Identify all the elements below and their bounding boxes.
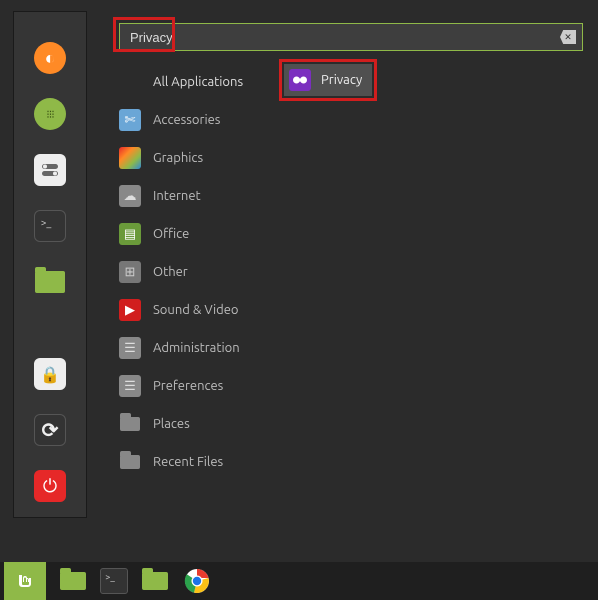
category-administration[interactable]: ☰ Administration bbox=[119, 329, 279, 367]
category-label: Internet bbox=[153, 189, 201, 203]
graphics-icon bbox=[119, 147, 141, 169]
category-label: Administration bbox=[153, 341, 240, 355]
category-label: Graphics bbox=[153, 151, 203, 165]
result-label: Privacy bbox=[321, 73, 362, 87]
grid-icon: ⊞ bbox=[119, 261, 141, 283]
category-label: Other bbox=[153, 265, 188, 279]
result-privacy[interactable]: Privacy bbox=[284, 64, 372, 96]
folder-icon bbox=[60, 572, 86, 590]
menu-main-panel: ✕ All Applications ✄ Accessories Graphic… bbox=[87, 11, 587, 518]
toggles-icon bbox=[41, 163, 59, 177]
folder-icon bbox=[35, 271, 65, 293]
lock-icon: 🔒 bbox=[40, 365, 60, 384]
mint-logo-icon bbox=[9, 565, 41, 597]
category-label: Accessories bbox=[153, 113, 220, 127]
favorite-apps[interactable]: ⁝⁝⁝ bbox=[34, 98, 66, 130]
favorite-files[interactable] bbox=[34, 266, 66, 298]
taskbar: >_ bbox=[0, 562, 598, 600]
favorite-terminal[interactable]: >_ bbox=[34, 210, 66, 242]
favorite-lock[interactable]: 🔒 bbox=[34, 358, 66, 390]
category-label: Sound & Video bbox=[153, 303, 239, 317]
folder-icon bbox=[119, 451, 141, 473]
favorites-sidebar: ◐ ⁝⁝⁝ >_ 🔒 ⟳ ⏻ bbox=[13, 11, 87, 518]
office-icon: ▤ bbox=[119, 223, 141, 245]
category-label: Office bbox=[153, 227, 189, 241]
category-other[interactable]: ⊞ Other bbox=[119, 253, 279, 291]
taskbar-menu-button[interactable] bbox=[4, 562, 46, 600]
favorite-power[interactable]: ⏻ bbox=[34, 470, 66, 502]
prefs-icon: ☰ bbox=[119, 375, 141, 397]
taskbar-terminal[interactable]: >_ bbox=[100, 568, 128, 594]
folder-icon bbox=[142, 572, 168, 590]
category-all-applications[interactable]: All Applications bbox=[119, 63, 279, 101]
category-office[interactable]: ▤ Office bbox=[119, 215, 279, 253]
category-label: Preferences bbox=[153, 379, 223, 393]
admin-icon: ☰ bbox=[119, 337, 141, 359]
cloud-icon: ☁ bbox=[119, 185, 141, 207]
application-menu: ◐ ⁝⁝⁝ >_ 🔒 ⟳ ⏻ ✕ bbox=[13, 11, 587, 518]
clear-search-button[interactable]: ✕ bbox=[560, 30, 576, 44]
chrome-icon bbox=[184, 568, 210, 594]
category-label: Recent Files bbox=[153, 455, 223, 469]
taskbar-files[interactable] bbox=[58, 567, 88, 595]
scissors-icon: ✄ bbox=[119, 109, 141, 131]
power-icon: ⏻ bbox=[43, 476, 57, 497]
search-field[interactable]: ✕ bbox=[119, 23, 583, 51]
firefox-icon: ◐ bbox=[45, 48, 56, 69]
restart-icon: ⟳ bbox=[42, 418, 59, 442]
backspace-icon: ✕ bbox=[564, 33, 572, 42]
category-list: All Applications ✄ Accessories Graphics … bbox=[119, 51, 279, 481]
category-internet[interactable]: ☁ Internet bbox=[119, 177, 279, 215]
terminal-icon: >_ bbox=[105, 572, 115, 582]
category-accessories[interactable]: ✄ Accessories bbox=[119, 101, 279, 139]
category-label: All Applications bbox=[153, 75, 243, 89]
category-graphics[interactable]: Graphics bbox=[119, 139, 279, 177]
category-sound-video[interactable]: ▶ Sound & Video bbox=[119, 291, 279, 329]
search-results: Privacy bbox=[279, 51, 377, 481]
search-input[interactable] bbox=[126, 30, 560, 45]
apps-grid-icon: ⁝⁝⁝ bbox=[46, 108, 54, 121]
favorite-restart[interactable]: ⟳ bbox=[34, 414, 66, 446]
category-places[interactable]: Places bbox=[119, 405, 279, 443]
privacy-mask-icon bbox=[289, 69, 311, 91]
favorite-firefox[interactable]: ◐ bbox=[34, 42, 66, 74]
result-highlight-annotation: Privacy bbox=[279, 59, 377, 101]
category-preferences[interactable]: ☰ Preferences bbox=[119, 367, 279, 405]
folder-icon bbox=[119, 413, 141, 435]
category-label: Places bbox=[153, 417, 190, 431]
terminal-icon: >_ bbox=[41, 217, 52, 228]
category-recent-files[interactable]: Recent Files bbox=[119, 443, 279, 481]
favorite-settings[interactable] bbox=[34, 154, 66, 186]
play-icon: ▶ bbox=[119, 299, 141, 321]
taskbar-files-2[interactable] bbox=[140, 567, 170, 595]
taskbar-chrome[interactable] bbox=[182, 567, 212, 595]
